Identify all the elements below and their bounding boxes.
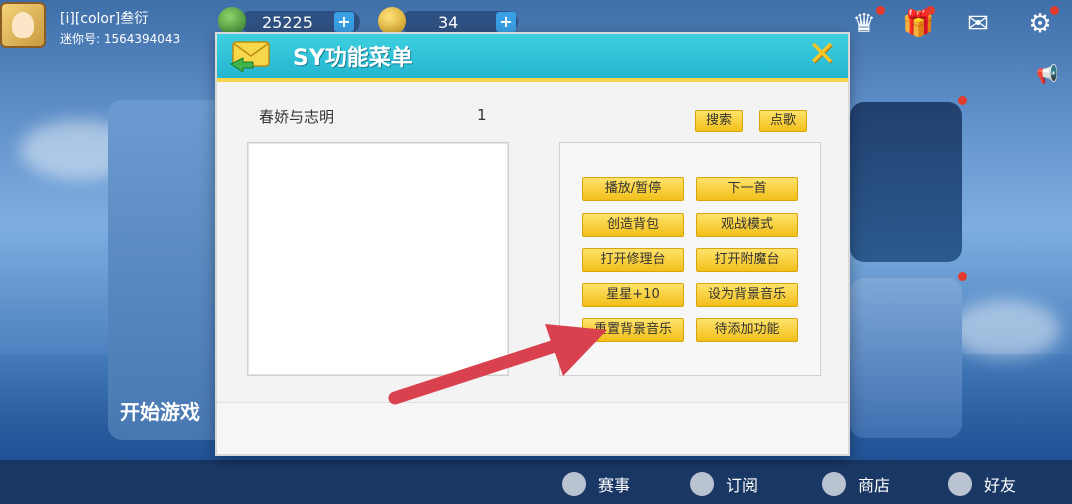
mail-icon[interactable]: ✉ (962, 8, 994, 40)
avatar[interactable] (0, 2, 46, 48)
nav-item-events[interactable]: 赛事 (562, 472, 630, 496)
coins-value: 34 (438, 13, 459, 32)
song-count: 1 (477, 106, 487, 124)
open-enchant-table-button[interactable]: 打开附魔台 (696, 248, 798, 272)
play-pause-button[interactable]: 播放/暂停 (582, 177, 684, 201)
bottom-nav: 赛事 订阅 商店 好友 (0, 460, 1072, 504)
set-bgm-button[interactable]: 设为背景音乐 (696, 283, 798, 307)
spectate-mode-button[interactable]: 观战模式 (696, 213, 798, 237)
search-button[interactable]: 搜索 (695, 110, 744, 132)
stars-plus-ten-button[interactable]: 星星+10 (582, 283, 684, 307)
pending-feature-button[interactable]: 待添加功能 (696, 318, 798, 342)
nav-item-subscribe[interactable]: 订阅 (690, 472, 758, 496)
cart-icon (822, 472, 846, 496)
nav-label: 商店 (858, 476, 891, 495)
notification-dot (958, 96, 967, 105)
gem-icon (218, 7, 246, 35)
annotation-arrow (388, 324, 607, 405)
friends-icon (948, 472, 972, 496)
next-song-button[interactable]: 下一首 (696, 177, 798, 201)
notification-dot (958, 272, 967, 281)
player-id: 迷你号: 1564394043 (60, 32, 181, 46)
notification-dot (926, 6, 935, 15)
envelope-icon (230, 41, 270, 72)
nav-label: 好友 (984, 476, 1017, 495)
star-icon (690, 472, 714, 496)
notification-dot (876, 6, 885, 15)
dialog-footer (217, 402, 848, 454)
crown-icon[interactable]: ♛ (848, 8, 880, 40)
start-game-label[interactable]: 开始游戏 (120, 396, 200, 425)
close-button[interactable]: ✕ (804, 36, 840, 72)
add-coins-button[interactable]: + (496, 12, 516, 32)
gems-value: 25225 (262, 13, 313, 32)
cloud-decoration (950, 300, 1060, 360)
nav-item-friends[interactable]: 好友 (948, 472, 1016, 496)
nav-label: 订阅 (726, 476, 759, 495)
nav-item-shop[interactable]: 商店 (822, 472, 890, 496)
speaker-icon[interactable]: 📢 (1036, 64, 1058, 85)
event-card-day[interactable] (850, 278, 962, 438)
event-card-night[interactable] (850, 102, 962, 262)
dialog-header: SY功能菜单 ✕ (217, 34, 848, 78)
request-song-button[interactable]: 点歌 (759, 110, 808, 132)
nav-label: 赛事 (598, 476, 631, 495)
open-repair-table-button[interactable]: 打开修理台 (582, 248, 684, 272)
player-name: [i][color]叁衍 (60, 11, 149, 27)
creative-bag-button[interactable]: 创造背包 (582, 213, 684, 237)
trophy-icon (562, 472, 586, 496)
coin-icon (378, 7, 406, 35)
song-name: 春娇与志明 (259, 108, 335, 126)
notification-dot (1050, 6, 1059, 15)
dialog-title: SY功能菜单 (293, 46, 413, 71)
header-divider (217, 78, 848, 82)
add-gems-button[interactable]: + (334, 12, 354, 32)
